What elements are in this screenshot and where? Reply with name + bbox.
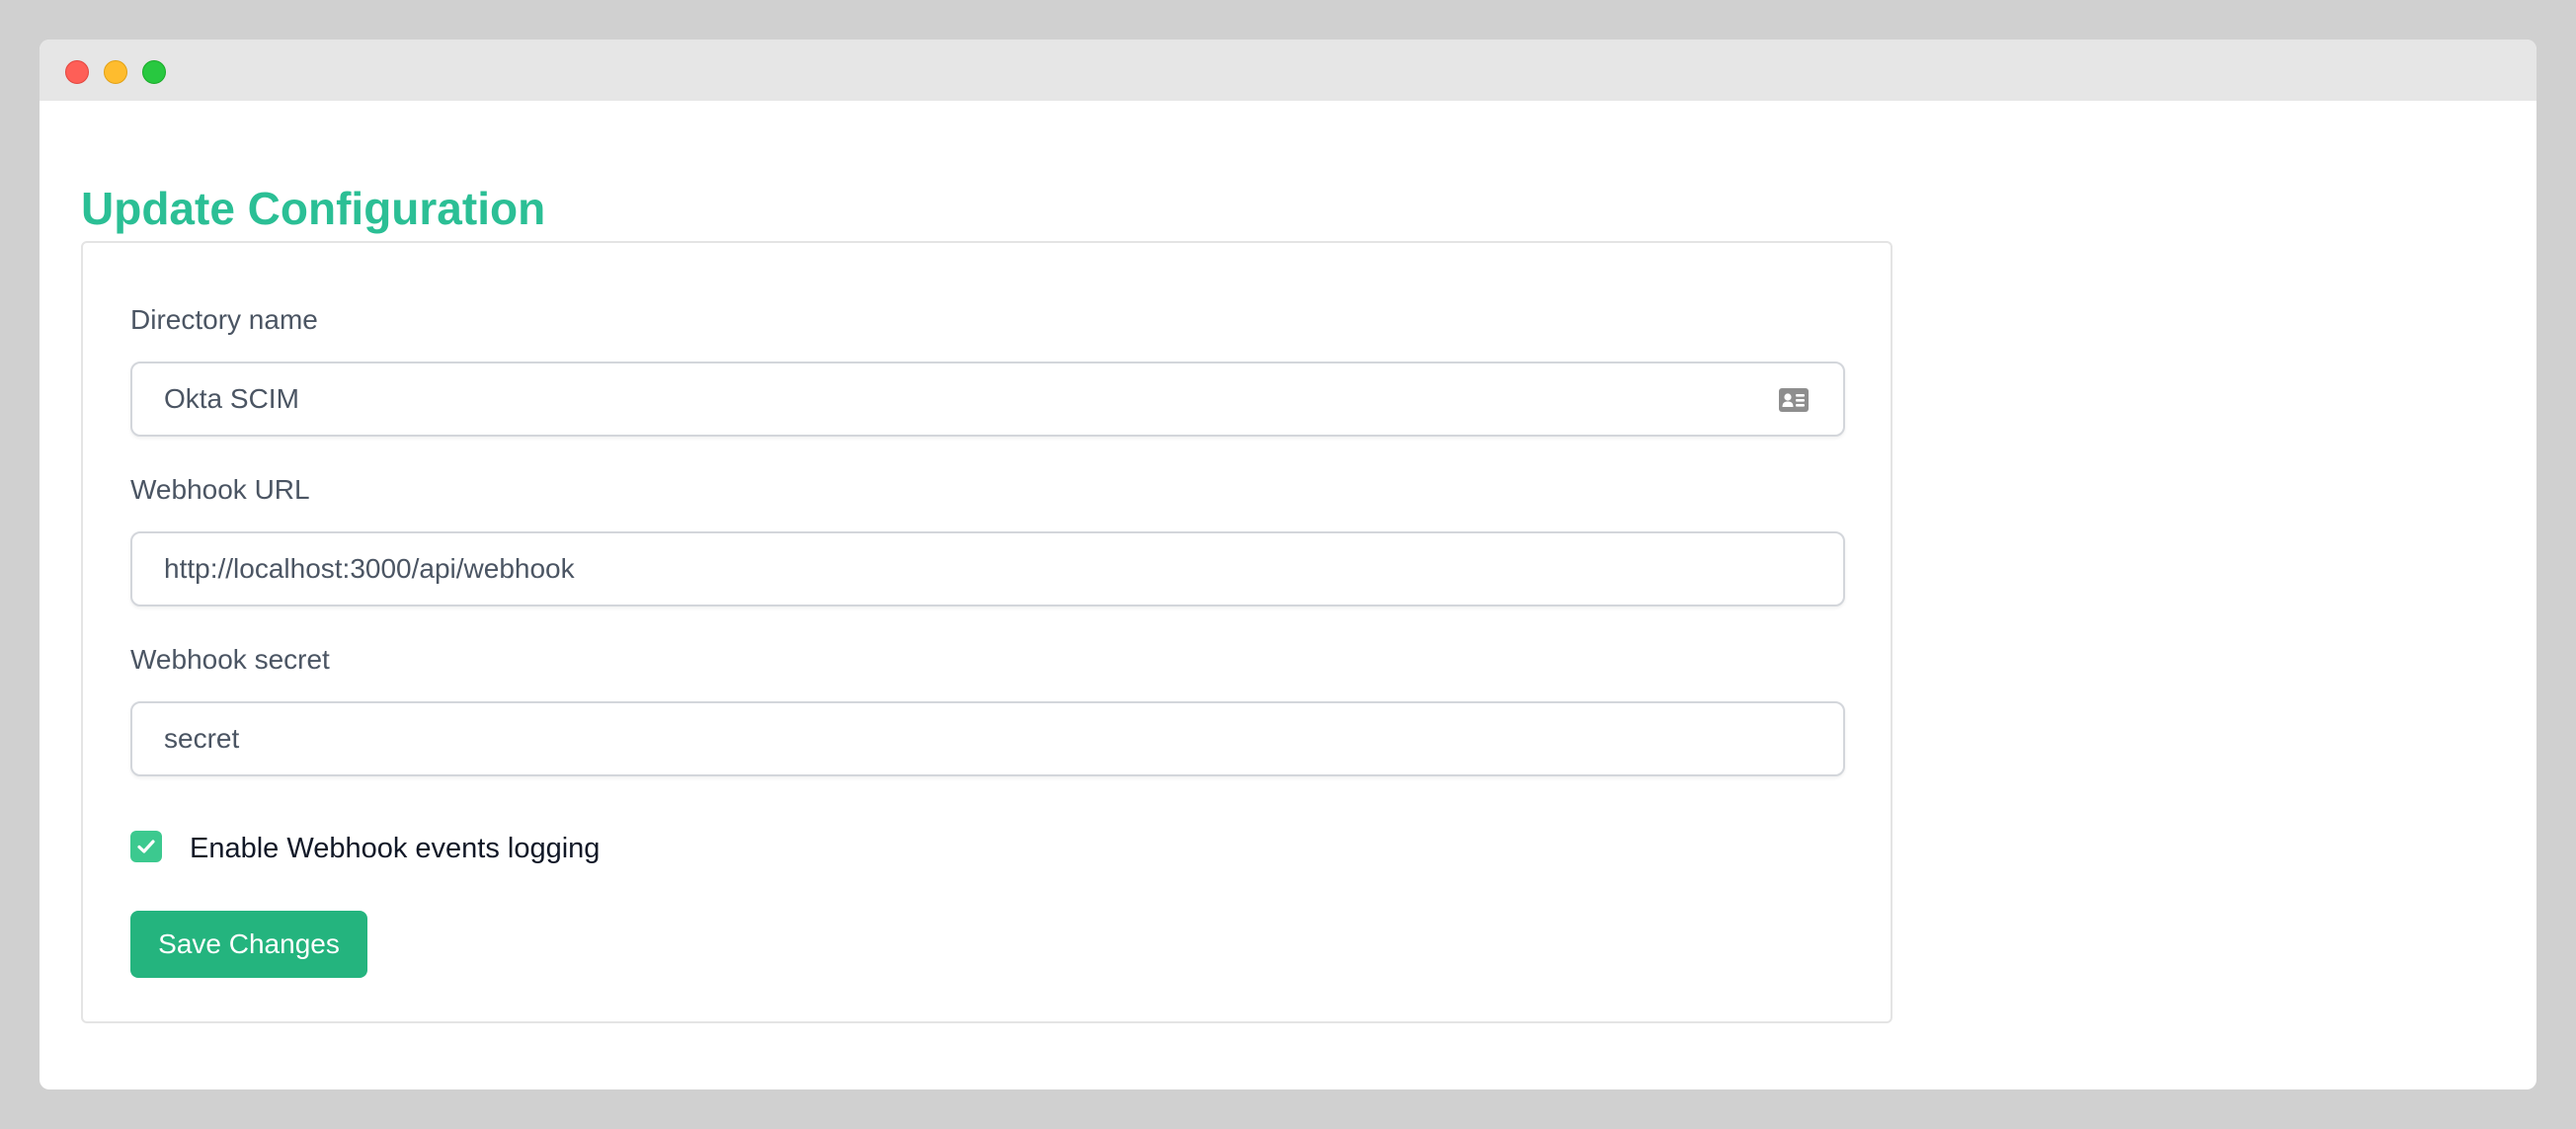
window-maximize-button[interactable] xyxy=(142,60,166,84)
webhook-url-label: Webhook URL xyxy=(130,474,310,505)
webhook-secret-value: secret xyxy=(164,723,240,754)
checkmark-icon xyxy=(137,840,155,853)
directory-name-label: Directory name xyxy=(130,304,318,335)
contact-card-icon[interactable] xyxy=(1778,387,1810,413)
logging-checkbox-label[interactable]: Enable Webhook events logging xyxy=(190,835,600,863)
window-minimize-button[interactable] xyxy=(104,60,127,84)
logging-checkbox[interactable] xyxy=(130,831,162,862)
webhook-url-value: http://localhost:3000/api/webhook xyxy=(164,553,575,584)
webhook-url-input[interactable]: http://localhost:3000/api/webhook xyxy=(130,531,1845,606)
webhook-secret-label: Webhook secret xyxy=(130,644,330,675)
window-close-button[interactable] xyxy=(65,60,89,84)
app-window: Update Configuration Directory name Okta… xyxy=(40,40,2536,1089)
window-titlebar xyxy=(40,40,2536,101)
directory-name-input[interactable]: Okta SCIM xyxy=(130,362,1845,437)
configuration-form: Directory name Okta SCIM Webhook URL htt… xyxy=(81,241,1892,1023)
directory-name-value: Okta SCIM xyxy=(164,383,299,414)
webhook-secret-input[interactable]: secret xyxy=(130,701,1845,776)
save-changes-button[interactable]: Save Changes xyxy=(130,911,367,978)
page-title: Update Configuration xyxy=(81,183,546,234)
